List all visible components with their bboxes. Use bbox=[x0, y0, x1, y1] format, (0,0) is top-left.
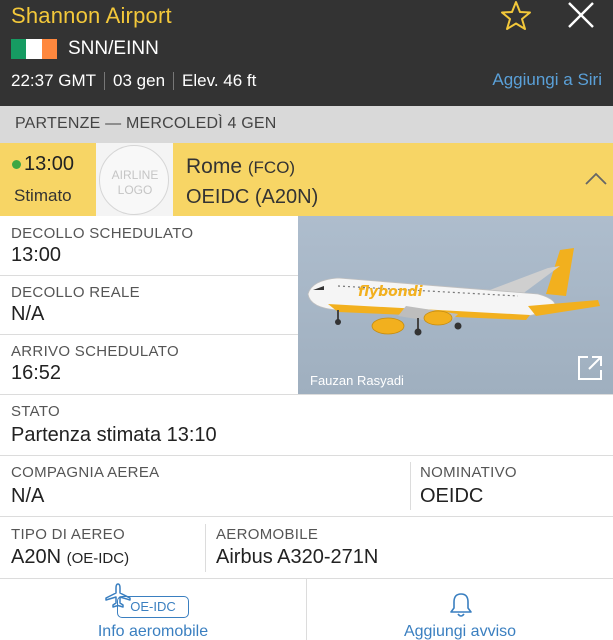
airport-meta: 22:37 GMT 03 gen Elev. 46 ft bbox=[11, 71, 256, 91]
divider bbox=[205, 524, 206, 572]
flight-time-column: 13:00 Stimato bbox=[0, 143, 96, 216]
expand-icon[interactable] bbox=[577, 355, 603, 381]
divider bbox=[410, 462, 411, 510]
aircraft-type-code: A20N bbox=[11, 546, 62, 568]
airline-logo: AIRLINE LOGO bbox=[96, 143, 173, 216]
favorite-star-button[interactable] bbox=[499, 0, 533, 32]
flight-registration: OEIDC (A20N) bbox=[186, 186, 319, 208]
bell-icon bbox=[450, 593, 472, 617]
star-icon bbox=[501, 1, 531, 30]
airport-header: Shannon Airport SNN/EINN 22:37 GMT 03 ge… bbox=[0, 0, 613, 106]
elevation: Elev. 46 ft bbox=[182, 71, 257, 90]
divider bbox=[0, 334, 298, 335]
aircraft-photo[interactable]: flybondi Fauzan Rasyadi bbox=[298, 216, 613, 394]
section-title: PARTENZE — MERCOLEDÌ 4 GEN bbox=[15, 115, 277, 132]
airline-logo-text: AIRLINE LOGO bbox=[111, 168, 159, 197]
status-value: Partenza stimata 13:10 bbox=[11, 424, 217, 446]
status-dot-icon bbox=[12, 160, 21, 169]
registration-badge: OE-IDC bbox=[117, 596, 189, 618]
scheduled-departure-value: 13:00 bbox=[11, 244, 62, 266]
scheduled-arrival-label: ARRIVO SCHEDULATO bbox=[11, 343, 179, 360]
divider bbox=[0, 516, 613, 517]
add-alert-button[interactable]: Aggiungi avviso bbox=[306, 579, 613, 640]
divider bbox=[0, 394, 613, 395]
chevron-up-icon[interactable] bbox=[584, 172, 608, 186]
aircraft-photo-image: flybondi bbox=[307, 248, 600, 336]
close-icon bbox=[568, 2, 594, 28]
departures-section-header: PARTENZE — MERCOLEDÌ 4 GEN bbox=[0, 106, 613, 143]
flight-row[interactable]: 13:00 Stimato AIRLINE LOGO Rome (FCO) OE… bbox=[0, 143, 613, 216]
airline-label: COMPAGNIA AEREA bbox=[11, 464, 160, 481]
local-time: 22:37 GMT bbox=[11, 71, 97, 90]
aircraft-info-button[interactable]: OE-IDC Info aeromobile bbox=[0, 579, 306, 640]
aircraft-label: AEROMOBILE bbox=[216, 526, 319, 543]
divider bbox=[0, 275, 298, 276]
aircraft-type-value: A20N (OE-IDC) bbox=[11, 546, 129, 569]
actual-departure-label: DECOLLO REALE bbox=[11, 284, 140, 301]
separator bbox=[173, 72, 175, 90]
aircraft-type-label: TIPO DI AEREO bbox=[11, 526, 125, 543]
actual-departure-value: N/A bbox=[11, 303, 45, 325]
departure-time: 13:00 bbox=[24, 153, 75, 175]
aircraft-livery-text: flybondi bbox=[358, 284, 423, 300]
airline-logo-placeholder: AIRLINE LOGO bbox=[99, 145, 169, 215]
bottom-action-bar: OE-IDC Info aeromobile Aggiungi avviso bbox=[0, 578, 613, 640]
status-label: STATO bbox=[11, 403, 61, 420]
destination-code: (FCO) bbox=[247, 158, 296, 177]
scheduled-arrival-value: 16:52 bbox=[11, 362, 62, 384]
aircraft-value: Airbus A320-271N bbox=[216, 546, 379, 568]
aircraft-info-label: Info aeromobile bbox=[97, 623, 209, 640]
local-date: 03 gen bbox=[113, 71, 166, 90]
flight-status: Stimato bbox=[14, 186, 72, 205]
divider bbox=[0, 455, 613, 456]
photo-credit: Fauzan Rasyadi bbox=[310, 373, 404, 388]
add-to-siri-link[interactable]: Aggiungi a Siri bbox=[492, 70, 602, 90]
destination-city: Rome bbox=[186, 155, 243, 178]
destination: Rome (FCO) bbox=[186, 155, 295, 179]
callsign-value: OEIDC bbox=[420, 485, 484, 507]
separator bbox=[104, 72, 106, 90]
close-button[interactable] bbox=[565, 0, 597, 32]
callsign-label: NOMINATIVO bbox=[420, 464, 517, 481]
ireland-flag-icon bbox=[11, 39, 57, 59]
airport-codes: SNN/EINN bbox=[68, 38, 159, 59]
airport-title: Shannon Airport bbox=[11, 3, 172, 28]
add-alert-label: Aggiungi avviso bbox=[403, 623, 517, 640]
aircraft-type-registration: (OE-IDC) bbox=[66, 550, 130, 567]
scheduled-departure-label: DECOLLO SCHEDULATO bbox=[11, 225, 194, 242]
airline-value: N/A bbox=[11, 485, 45, 507]
